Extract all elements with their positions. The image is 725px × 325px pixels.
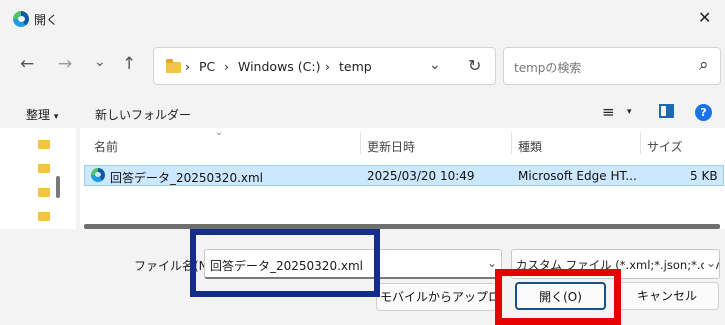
help-icon[interactable]: ? bbox=[695, 104, 712, 121]
edge-file-icon bbox=[91, 168, 105, 182]
filename-dropdown-icon[interactable]: ⌄ bbox=[487, 256, 497, 270]
file-name: 回答データ_20250320.xml bbox=[110, 171, 264, 185]
folder-icon[interactable] bbox=[38, 140, 50, 149]
back-arrow-icon[interactable]: ← bbox=[20, 54, 34, 74]
open-file-dialog: 開く ✕ ← → ⌄ ↑ › PC › Windows (C:) › temp … bbox=[0, 0, 725, 325]
navigation-pane bbox=[0, 128, 76, 229]
file-modified: 2025/03/20 10:49 bbox=[367, 169, 475, 183]
search-icon[interactable]: ⌕ bbox=[699, 55, 709, 75]
view-options-icon[interactable]: ≡ bbox=[602, 103, 615, 121]
horizontal-scrollbar[interactable] bbox=[84, 224, 720, 229]
search-box[interactable]: tempの検索 ⌕ bbox=[503, 47, 721, 85]
folder-icon[interactable] bbox=[38, 164, 50, 173]
column-divider[interactable] bbox=[360, 132, 361, 154]
file-type: Microsoft Edge HT... bbox=[518, 169, 637, 183]
forward-arrow-icon[interactable]: → bbox=[58, 54, 72, 74]
preview-pane-icon[interactable] bbox=[659, 104, 674, 118]
upload-from-mobile-button[interactable]: モバイルからアップロード bbox=[376, 283, 497, 311]
search-input[interactable]: tempの検索 bbox=[514, 59, 581, 76]
view-caret-icon[interactable]: ▾ bbox=[627, 107, 632, 117]
nav-pane-scrollbar[interactable] bbox=[56, 176, 60, 198]
crumb-separator: › bbox=[224, 59, 229, 74]
cancel-button[interactable]: キャンセル bbox=[615, 282, 719, 310]
edge-logo-icon bbox=[13, 11, 29, 27]
title-bar: 開く ✕ bbox=[0, 0, 725, 38]
highlight-box-filename bbox=[190, 229, 380, 297]
column-header-size[interactable]: サイズ bbox=[647, 138, 683, 155]
organize-button[interactable]: 整理 ▾ bbox=[26, 106, 58, 123]
organize-label: 整理 bbox=[26, 108, 51, 122]
refresh-icon[interactable]: ↻ bbox=[468, 56, 481, 75]
breadcrumb-pc[interactable]: PC bbox=[199, 59, 215, 74]
filetype-dropdown-icon[interactable]: ⌄ bbox=[704, 256, 717, 270]
caret-down-icon: ▾ bbox=[53, 112, 59, 122]
crumb-separator: › bbox=[185, 59, 190, 74]
column-header-type[interactable]: 種類 bbox=[518, 138, 542, 155]
column-divider[interactable] bbox=[511, 132, 512, 154]
highlight-box-open-button bbox=[495, 269, 621, 325]
sort-indicator-icon: ⌄ bbox=[215, 127, 224, 138]
breadcrumb-temp[interactable]: temp bbox=[339, 59, 372, 74]
crumb-separator: › bbox=[325, 59, 330, 74]
up-arrow-icon[interactable]: ↑ bbox=[122, 54, 136, 74]
recent-locations-icon[interactable]: ⌄ bbox=[94, 54, 106, 70]
close-icon[interactable]: ✕ bbox=[698, 8, 711, 27]
new-folder-button[interactable]: 新しいフォルダー bbox=[95, 106, 191, 123]
column-header-modified[interactable]: 更新日時 bbox=[367, 138, 415, 155]
folder-icon[interactable] bbox=[38, 212, 50, 221]
column-divider[interactable] bbox=[640, 132, 641, 154]
column-header-name[interactable]: 名前 bbox=[94, 138, 118, 155]
folder-icon bbox=[166, 59, 181, 73]
address-bar[interactable]: › PC › Windows (C:) › temp ⌄ ↻ bbox=[153, 47, 496, 85]
address-dropdown-icon[interactable]: ⌄ bbox=[429, 57, 441, 73]
folder-icon[interactable] bbox=[38, 188, 50, 197]
file-size: 5 KB bbox=[690, 169, 718, 183]
window-title: 開く bbox=[34, 13, 59, 27]
breadcrumb-drive[interactable]: Windows (C:) bbox=[238, 59, 320, 74]
